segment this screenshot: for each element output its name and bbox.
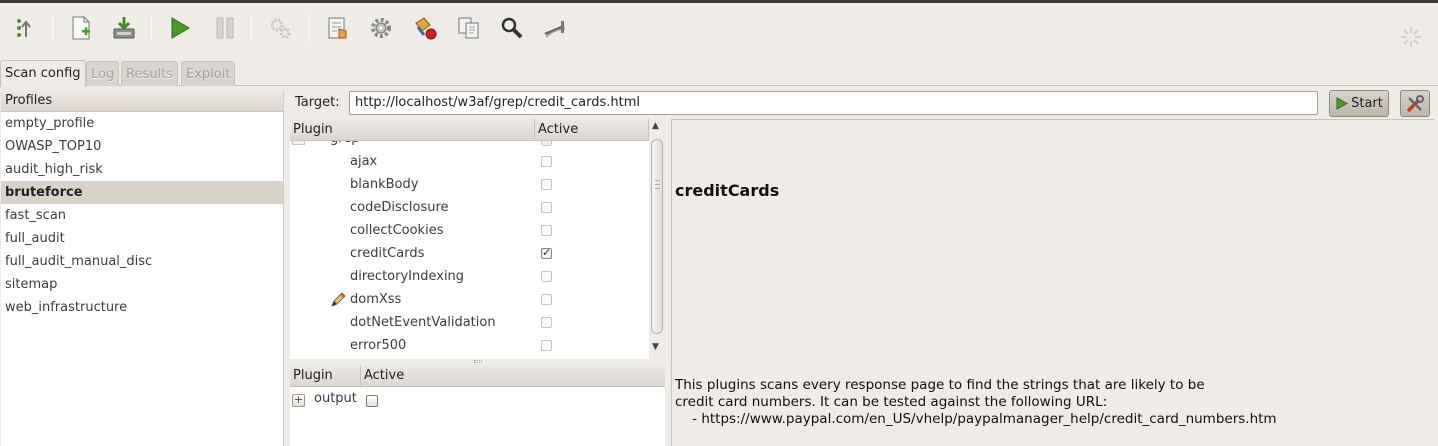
column-header-plugin[interactable]: Plugin: [290, 365, 361, 387]
tab-exploit[interactable]: Exploit: [181, 61, 236, 86]
active-checkbox[interactable]: [541, 179, 552, 190]
scroll-up-arrow-icon[interactable]: ▲: [652, 121, 659, 131]
settings-gear-icon[interactable]: [366, 13, 396, 43]
tab-results[interactable]: Results: [121, 61, 178, 86]
output-group-name[interactable]: output: [314, 391, 357, 406]
profile-item[interactable]: empty_profile: [1, 112, 283, 135]
profile-item-selected[interactable]: bruteforce: [1, 181, 283, 204]
expander-plus-icon[interactable]: +: [292, 394, 305, 407]
plugin-row-collectcookies[interactable]: collectCookies: [290, 219, 650, 242]
toolbar-separator: [151, 15, 152, 41]
toolbar-separator: [52, 15, 53, 41]
scrollbar-thumb[interactable]: [651, 139, 663, 334]
play-icon[interactable]: [165, 13, 195, 43]
profile-item[interactable]: fast_scan: [1, 204, 283, 227]
active-checkbox[interactable]: [541, 317, 552, 328]
plugin-name: dotNetEventValidation: [350, 315, 496, 330]
manual-request-icon[interactable]: [323, 13, 353, 43]
description-url-line: - https://www.paypal.com/en_US/vhelp/pay…: [675, 411, 1277, 427]
plugin-name: error500: [350, 338, 407, 353]
active-checkbox[interactable]: [541, 294, 552, 305]
active-checkbox[interactable]: [541, 271, 552, 282]
target-url-input[interactable]: http://localhost/w3af/grep/credit_cards.…: [349, 91, 1318, 115]
profile-item[interactable]: full_audit: [1, 227, 283, 250]
description-line: credit card numbers. It can be tested ag…: [675, 394, 1108, 410]
plugin-name: domXss: [350, 292, 402, 307]
gears-disabled-icon: [265, 13, 295, 43]
profiles-list: Profiles empty_profile OWASP_TOP10 audit…: [1, 90, 284, 446]
fuzzy-request-icon[interactable]: [410, 13, 440, 43]
output-plugin-tree: Plugin Active + output: [290, 365, 665, 446]
plugin-name: codeDisclosure: [350, 200, 449, 215]
plugin-name: collectCookies: [350, 223, 444, 238]
plugin-name: ajax: [350, 154, 378, 169]
pause-icon: [210, 13, 240, 43]
active-checkbox[interactable]: [541, 156, 552, 167]
plugin-tree: Plugin Active grep ajax blankBody codeDi…: [290, 119, 665, 359]
active-checkbox-checked[interactable]: [541, 246, 552, 259]
busy-spinner-icon: [1400, 26, 1422, 48]
column-header-active[interactable]: Active: [535, 119, 649, 141]
active-checkbox[interactable]: [541, 202, 552, 213]
plugin-name: blankBody: [350, 177, 419, 192]
wizard-icon[interactable]: [10, 13, 40, 43]
partial-group-row: grep: [290, 141, 650, 147]
profile-item[interactable]: full_audit_manual_disc: [1, 250, 283, 273]
profile-item[interactable]: OWASP_TOP10: [1, 135, 283, 158]
main-tabs: Scan config Log Results Exploit: [0, 58, 1438, 87]
active-checkbox[interactable]: [541, 225, 552, 236]
description-line: This plugins scans every response page t…: [675, 377, 1205, 393]
column-header-plugin[interactable]: Plugin: [290, 119, 535, 141]
scroll-down-arrow-icon[interactable]: ▼: [652, 342, 659, 352]
advanced-target-button[interactable]: [1400, 90, 1430, 117]
play-icon: [1336, 97, 1349, 110]
plugin-row-error500[interactable]: error500: [290, 334, 650, 357]
start-button[interactable]: Start: [1329, 90, 1389, 117]
description-text: This plugins scans every response page t…: [675, 377, 1277, 428]
profile-item[interactable]: audit_high_risk: [1, 158, 283, 181]
plugin-name: directoryIndexing: [350, 269, 465, 284]
plugin-tree-scrollbar[interactable]: ▲ ▼: [649, 119, 665, 359]
active-checkbox[interactable]: [541, 340, 552, 351]
save-profile-icon[interactable]: [109, 13, 139, 43]
new-profile-icon[interactable]: [66, 13, 96, 43]
tools-icon: [1406, 94, 1424, 112]
plugin-description-panel: creditCards This plugins scans every res…: [671, 119, 1434, 446]
tab-log[interactable]: Log: [86, 61, 120, 86]
start-button-label: Start: [1351, 96, 1383, 111]
plugin-row-blankbody[interactable]: blankBody: [290, 173, 650, 196]
plugin-name: creditCards: [350, 246, 425, 261]
toolbar-separator: [251, 15, 252, 41]
toolbar: [0, 3, 1438, 58]
tab-scan-config[interactable]: Scan config: [0, 60, 86, 87]
plugin-row-ajax[interactable]: ajax: [290, 150, 650, 173]
profiles-header[interactable]: Profiles: [1, 90, 283, 112]
plugin-row-directoryindexing[interactable]: directoryIndexing: [290, 265, 650, 288]
target-label: Target:: [295, 95, 340, 110]
toolbar-separator: [309, 15, 310, 41]
profile-item[interactable]: web_infrastructure: [1, 296, 283, 319]
plugin-row-codedisclosure[interactable]: codeDisclosure: [290, 196, 650, 219]
plugin-row-creditcards[interactable]: creditCards: [290, 242, 650, 265]
column-header-active[interactable]: Active: [361, 365, 665, 387]
profile-item[interactable]: sitemap: [1, 273, 283, 296]
plugin-row-domxss[interactable]: domXss: [290, 288, 650, 311]
encode-decode-icon[interactable]: [497, 13, 527, 43]
proxy-icon[interactable]: [540, 13, 570, 43]
description-title: creditCards: [675, 181, 780, 200]
plugin-row-dotneteventvalidation[interactable]: dotNetEventValidation: [290, 311, 650, 334]
compare-icon[interactable]: [454, 13, 484, 43]
output-active-checkbox[interactable]: [366, 395, 378, 407]
pencil-edited-icon: [331, 292, 346, 307]
